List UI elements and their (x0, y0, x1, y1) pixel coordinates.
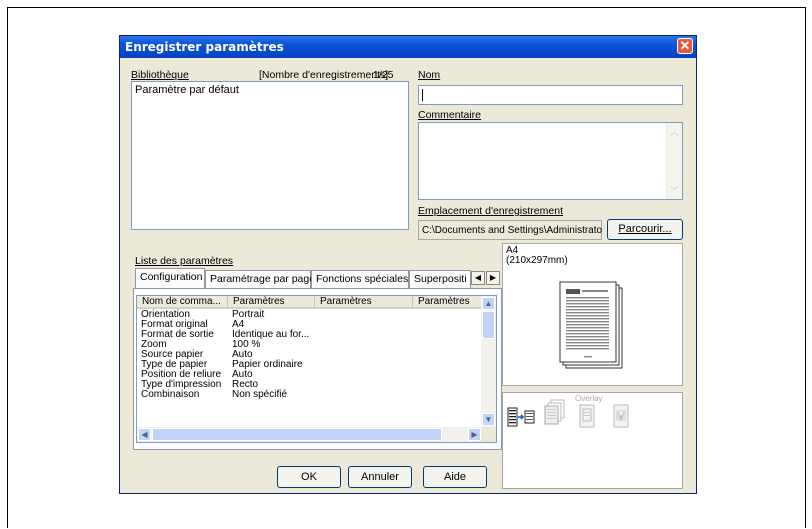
tab-page-setup[interactable]: Paramétrage par page (205, 270, 315, 288)
vertical-scroll-thumb[interactable] (482, 311, 495, 339)
ok-button-label: OK (301, 471, 317, 483)
multi-page-icon (544, 399, 565, 425)
function-icons-panel: Overlay (502, 392, 683, 489)
print-output-icon (507, 407, 535, 427)
column-header-name[interactable]: Nom de comma... (137, 296, 228, 309)
record-count-value: 1/25 (373, 69, 394, 81)
param-list-body: Nom de comma... Paramètres Paramètres Pa… (137, 296, 482, 426)
title-bar: Enregistrer paramètres ✕ (120, 36, 696, 58)
overlay-label: Overlay (575, 394, 603, 403)
tab-panel: Nom de comma... Paramètres Paramètres Pa… (133, 288, 502, 450)
table-row[interactable]: Combinaison Non spécifié (137, 390, 309, 400)
location-label: Emplacement d'enregistrement (418, 205, 563, 217)
scroll-corner (481, 427, 496, 442)
scroll-down-icon[interactable]: ﹀ (670, 184, 679, 197)
tab-overlay[interactable]: Superpositi (409, 270, 471, 288)
browse-button[interactable]: Parcourir... (607, 219, 683, 240)
comment-scrollbar[interactable]: ︿ ﹀ (666, 123, 682, 199)
scroll-up-icon[interactable]: ︿ (670, 125, 679, 138)
close-icon: ✕ (679, 38, 691, 53)
dialog-title: Enregistrer paramètres (125, 40, 284, 54)
scroll-right-icon[interactable]: ▶ (468, 428, 481, 441)
param-tabs: Configuration Paramétrage par page Fonct… (135, 268, 501, 290)
library-item-default[interactable]: Paramètre par défaut (132, 82, 408, 98)
help-button[interactable]: Aide (423, 466, 487, 488)
param-name: Combinaison (141, 389, 200, 400)
horizontal-scroll-thumb[interactable] (152, 428, 442, 441)
tab-special-functions[interactable]: Fonctions spéciales (311, 270, 409, 288)
library-label: Bibliothèque (131, 69, 189, 81)
close-button[interactable]: ✕ (677, 38, 693, 54)
help-button-label: Aide (443, 471, 467, 483)
save-settings-dialog: Enregistrer paramètres ✕ Bibliothèque [N… (119, 35, 697, 494)
column-header-param-2[interactable]: Paramètres (315, 296, 413, 309)
location-path: C:\Documents and Settings\Administrato (422, 225, 603, 236)
name-label: Nom (418, 69, 441, 81)
browse-button-label: Parcourir... (618, 223, 672, 235)
overlay-icon (579, 404, 595, 428)
record-count-label: [Nombre d'enregistrements] (259, 69, 389, 81)
paper-preview: A4 (210x297mm) (502, 243, 683, 386)
cancel-button-label: Annuler (361, 471, 399, 483)
param-table: Orientation Portrait Format original A4 Fo… (137, 310, 309, 400)
cancel-button[interactable]: Annuler (348, 466, 412, 488)
location-path-field: C:\Documents and Settings\Administrato (418, 220, 602, 240)
scroll-up-icon[interactable]: ▲ (482, 297, 495, 310)
tab-scroll-left-icon[interactable]: ◀ (471, 271, 485, 285)
scroll-down-icon[interactable]: ▼ (482, 413, 495, 426)
param-value: Non spécifié (232, 389, 288, 400)
comment-label: Commentaire (418, 109, 482, 121)
column-header-param-1[interactable]: Paramètres (228, 296, 315, 309)
scroll-left-icon[interactable]: ◀ (138, 428, 151, 441)
paper-size: (210x297mm) (506, 255, 568, 266)
tab-configuration[interactable]: Configuration (135, 268, 205, 288)
param-list-label: Liste des paramètres (135, 255, 234, 267)
vertical-scrollbar[interactable]: ▲ ▼ (481, 296, 496, 427)
horizontal-scrollbar[interactable]: ◀ ▶ (137, 427, 482, 442)
comment-textarea[interactable]: ︿ ﹀ (418, 122, 683, 200)
param-list-view[interactable]: Nom de comma... Paramètres Paramètres Pa… (136, 295, 497, 443)
column-header-param-3[interactable]: Paramètres (413, 296, 482, 309)
library-list[interactable]: Paramètre par défaut (131, 81, 409, 230)
ok-button[interactable]: OK (277, 466, 341, 488)
tab-scroll-right-icon[interactable]: ▶ (486, 271, 500, 285)
text-caret (422, 89, 423, 101)
page-stack-icon (559, 281, 623, 369)
name-input[interactable] (418, 85, 683, 105)
watermark-icon (613, 404, 629, 428)
